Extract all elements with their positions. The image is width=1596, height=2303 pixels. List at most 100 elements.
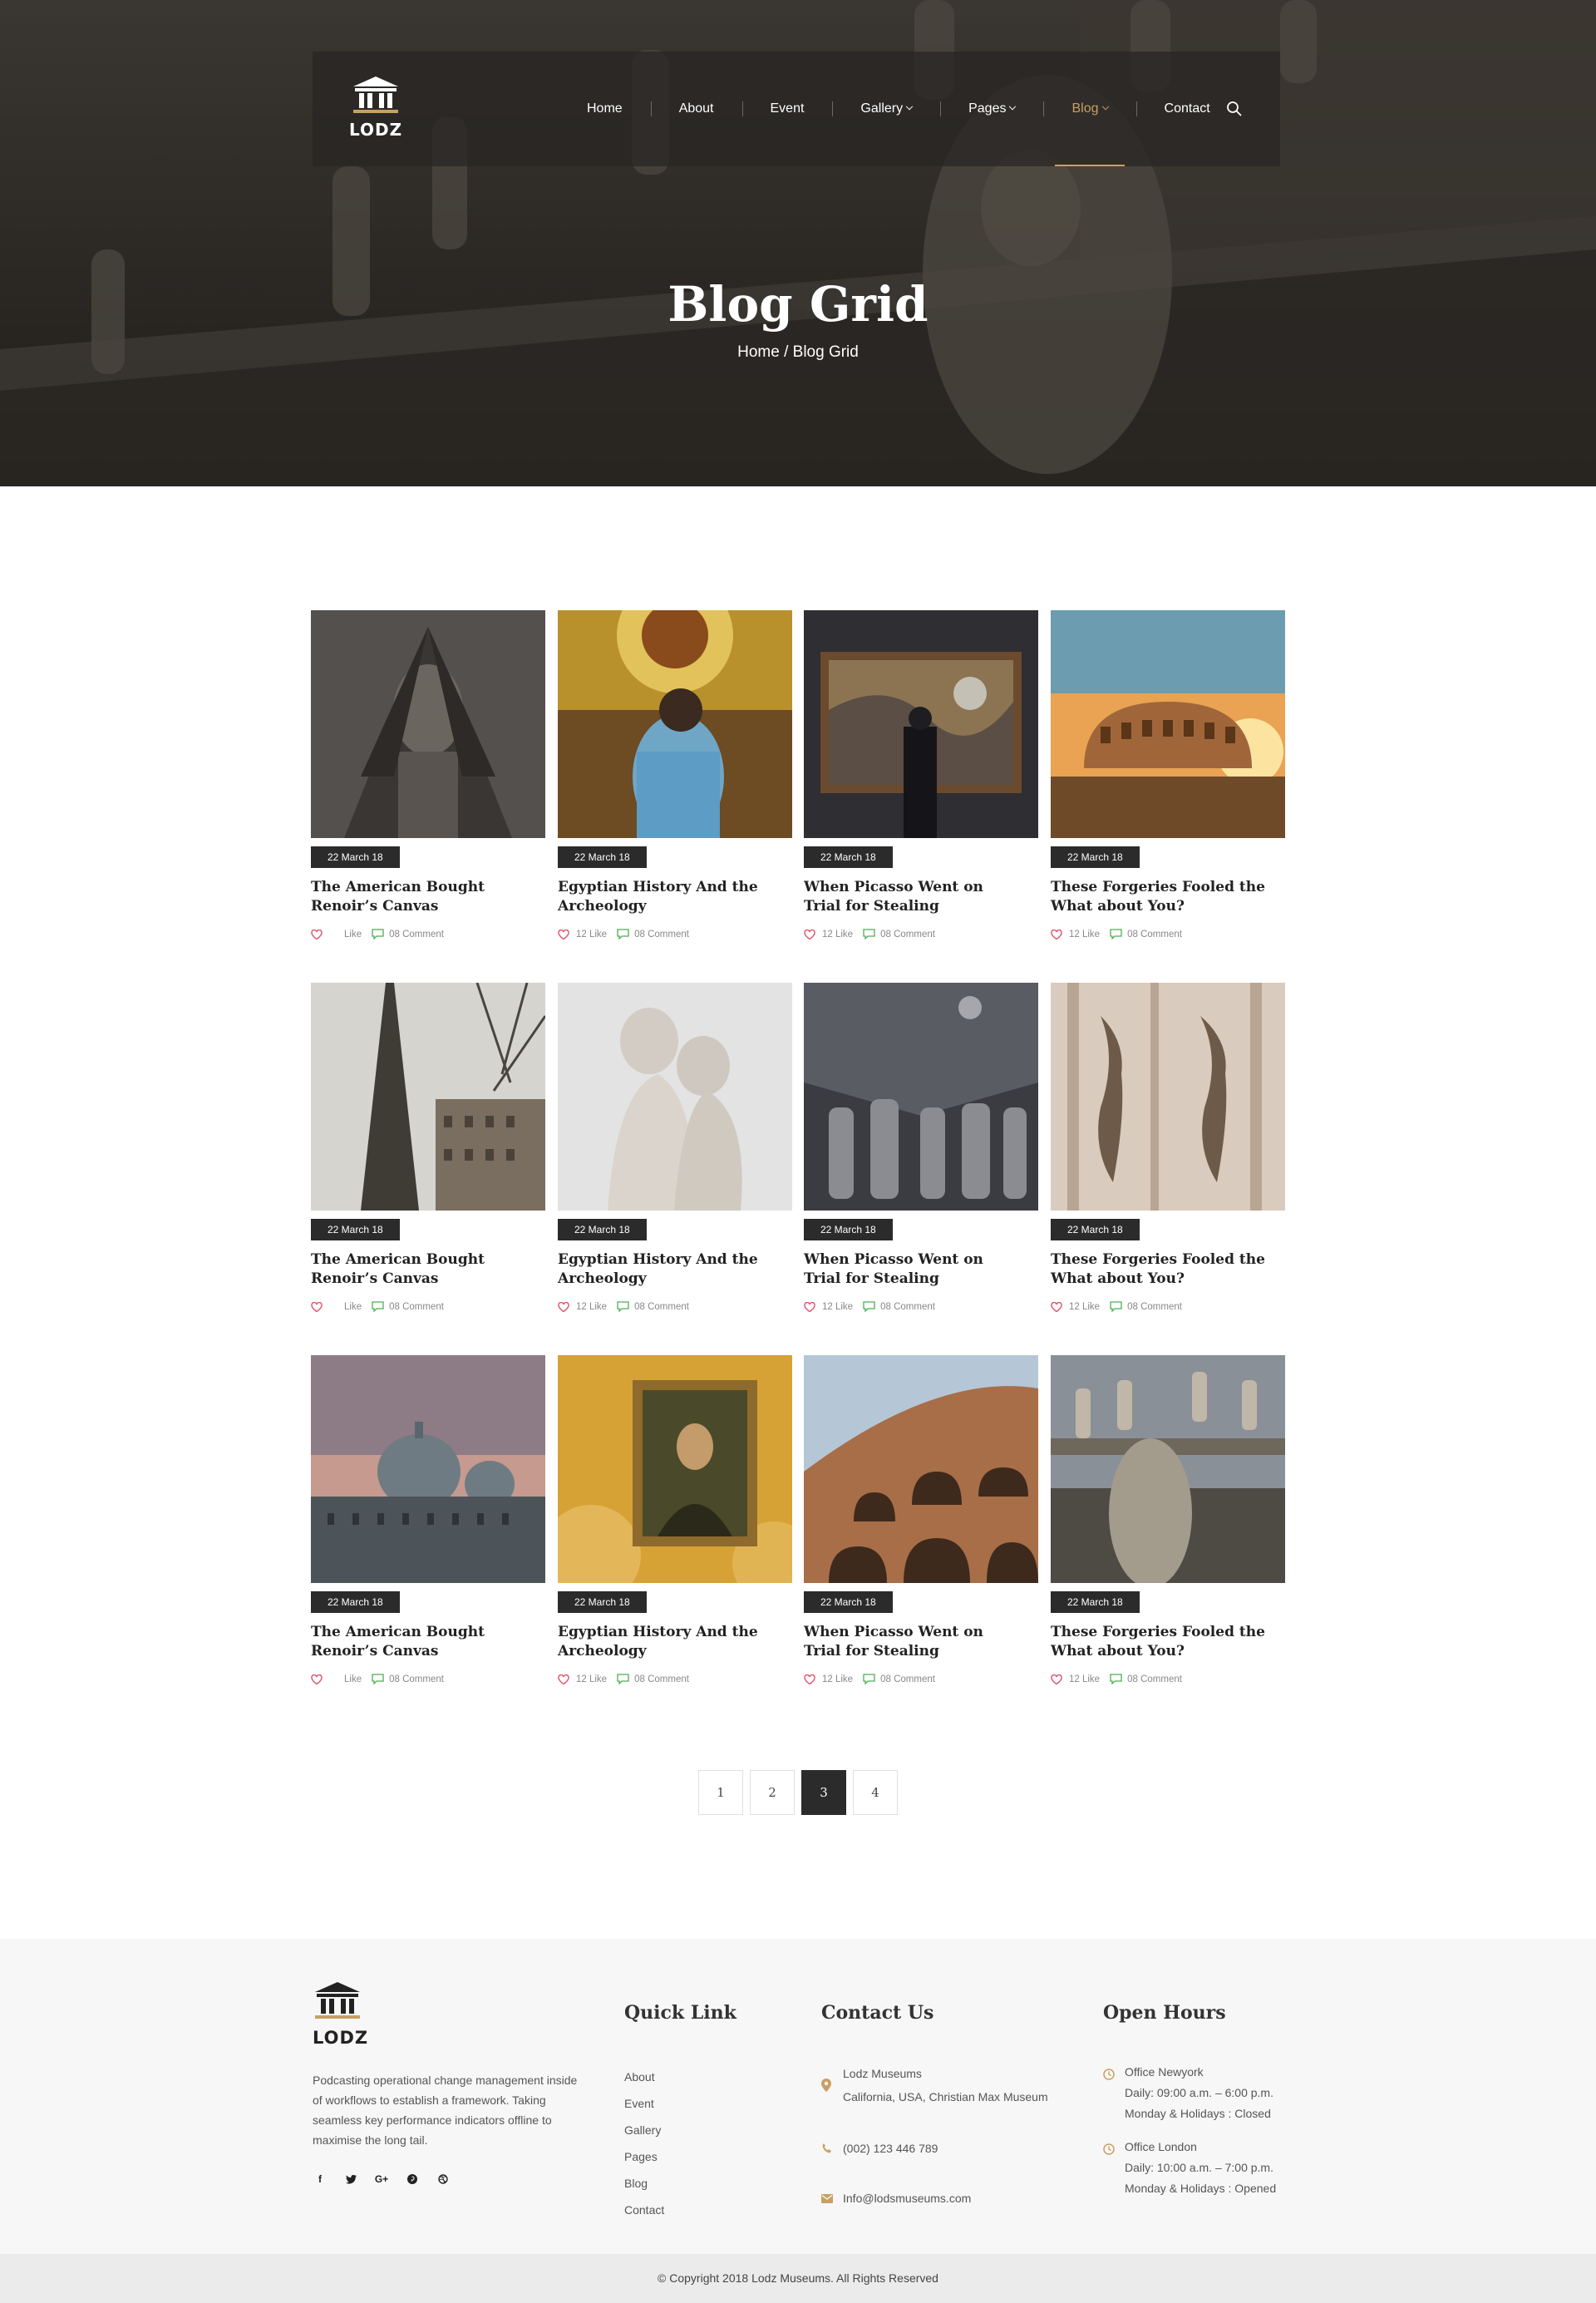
like-button[interactable]: 12 Like bbox=[1051, 1674, 1100, 1684]
post-image[interactable] bbox=[558, 983, 792, 1211]
like-count: 12 Like bbox=[1069, 1301, 1101, 1312]
post-title[interactable]: The American Bought Renoir’s Canvas bbox=[311, 1250, 527, 1289]
comment-button[interactable]: 08 Comment bbox=[372, 1674, 444, 1684]
facebook-icon[interactable]: f bbox=[313, 2172, 328, 2187]
like-button[interactable]: 12 Like bbox=[558, 929, 608, 939]
like-button[interactable]: Like bbox=[311, 1674, 362, 1684]
page-button-4[interactable]: 4 bbox=[853, 1770, 898, 1815]
post-title[interactable]: These Forgeries Fooled the What about Yo… bbox=[1051, 1250, 1267, 1289]
comment-button[interactable]: 08 Comment bbox=[863, 929, 935, 939]
nav-item-home[interactable]: Home bbox=[559, 52, 651, 166]
nav-item-pages[interactable]: Pages bbox=[940, 52, 1043, 166]
post-date-badge: 22 March 18 bbox=[311, 1219, 400, 1240]
like-button[interactable]: 12 Like bbox=[558, 1301, 608, 1312]
google-plus-icon[interactable]: G+ bbox=[374, 2172, 389, 2187]
comment-button[interactable]: 08 Comment bbox=[617, 929, 689, 939]
twitter-icon[interactable] bbox=[343, 2172, 358, 2187]
dribbble-icon[interactable] bbox=[436, 2172, 451, 2187]
like-button[interactable]: 12 Like bbox=[804, 929, 853, 939]
comment-count: 08 Comment bbox=[1127, 929, 1182, 939]
post-image[interactable] bbox=[558, 610, 792, 838]
comment-button[interactable]: 08 Comment bbox=[1110, 1674, 1182, 1684]
quick-link-event[interactable]: Event bbox=[624, 2090, 664, 2117]
post-date-badge: 22 March 18 bbox=[1051, 846, 1140, 868]
blog-post-card: 22 March 18 Egyptian History And the Arch… bbox=[558, 610, 792, 959]
post-image-sphinx bbox=[311, 610, 545, 838]
page-button-1[interactable]: 1 bbox=[698, 1770, 743, 1815]
like-button[interactable]: 12 Like bbox=[804, 1674, 853, 1684]
post-meta: 12 Like 08 Comment bbox=[804, 1674, 935, 1684]
heart-icon bbox=[1051, 929, 1062, 939]
post-image[interactable] bbox=[311, 983, 545, 1211]
post-image[interactable] bbox=[804, 1355, 1038, 1583]
search-icon[interactable] bbox=[1225, 100, 1244, 118]
post-image[interactable] bbox=[558, 1355, 792, 1583]
post-image[interactable] bbox=[311, 610, 545, 838]
like-button[interactable]: 12 Like bbox=[1051, 929, 1100, 939]
nav-item-event[interactable]: Event bbox=[741, 52, 833, 166]
comment-button[interactable]: 08 Comment bbox=[1110, 1301, 1182, 1312]
post-title[interactable]: The American Bought Renoir’s Canvas bbox=[311, 1623, 527, 1661]
post-title[interactable]: These Forgeries Fooled the What about Yo… bbox=[1051, 1623, 1267, 1661]
heart-icon bbox=[804, 929, 815, 939]
comment-button[interactable]: 08 Comment bbox=[617, 1301, 689, 1312]
post-image[interactable] bbox=[804, 983, 1038, 1211]
like-count: 12 Like bbox=[576, 929, 608, 939]
comment-button[interactable]: 08 Comment bbox=[372, 929, 444, 939]
comment-icon bbox=[1110, 1301, 1122, 1312]
page-button-3[interactable]: 3 bbox=[801, 1770, 846, 1815]
pinterest-icon[interactable] bbox=[405, 2172, 420, 2187]
post-image[interactable] bbox=[1051, 1355, 1285, 1583]
nav-item-contact[interactable]: Contact bbox=[1135, 52, 1239, 166]
like-button[interactable]: 12 Like bbox=[1051, 1301, 1101, 1312]
contact-phone-text[interactable]: (002) 123 446 789 bbox=[843, 2137, 938, 2160]
quick-link-contact[interactable]: Contact bbox=[624, 2197, 664, 2223]
nav-item-blog[interactable]: Blog bbox=[1043, 52, 1135, 166]
nav-item-label: About bbox=[678, 101, 714, 116]
like-button[interactable]: Like bbox=[311, 929, 362, 939]
post-date-badge: 22 March 18 bbox=[311, 1591, 400, 1613]
quick-link-about[interactable]: About bbox=[624, 2064, 664, 2090]
post-title[interactable]: Egyptian History And the Archeology bbox=[558, 1623, 774, 1661]
post-image[interactable] bbox=[311, 1355, 545, 1583]
quick-link-pages[interactable]: Pages bbox=[624, 2143, 664, 2170]
post-title[interactable]: When Picasso Went on Trial for Stealing bbox=[804, 1250, 1020, 1289]
nav-item-label: Gallery bbox=[860, 101, 904, 116]
like-count: 12 Like bbox=[576, 1301, 608, 1312]
comment-button[interactable]: 08 Comment bbox=[372, 1301, 444, 1312]
comment-button[interactable]: 08 Comment bbox=[617, 1674, 689, 1684]
quick-link-gallery[interactable]: Gallery bbox=[624, 2117, 664, 2143]
comment-button[interactable]: 08 Comment bbox=[863, 1674, 935, 1684]
post-title[interactable]: Egyptian History And the Archeology bbox=[558, 1250, 774, 1289]
copyright-icon: © bbox=[658, 2271, 667, 2285]
museum-logo-icon bbox=[353, 76, 398, 113]
post-title[interactable]: When Picasso Went on Trial for Stealing bbox=[804, 1623, 1020, 1661]
comment-icon bbox=[1110, 929, 1122, 939]
nav-item-gallery[interactable]: Gallery bbox=[832, 52, 940, 166]
site-logo[interactable]: LODZ bbox=[349, 75, 402, 143]
nav-item-about[interactable]: About bbox=[650, 52, 742, 166]
post-meta: 12 Like 08 Comment bbox=[804, 1301, 935, 1312]
post-image[interactable] bbox=[1051, 610, 1285, 838]
comment-icon bbox=[617, 929, 629, 939]
post-image-venice bbox=[311, 1355, 545, 1583]
office-holiday-hours: Monday & Holidays : Opened bbox=[1125, 2182, 1277, 2195]
comment-button[interactable]: 08 Comment bbox=[863, 1301, 935, 1312]
like-button[interactable]: Like bbox=[311, 1301, 362, 1312]
page-button-2[interactable]: 2 bbox=[750, 1770, 795, 1815]
contact-email-text[interactable]: Info@lodsmuseums.com bbox=[843, 2187, 971, 2210]
post-image[interactable] bbox=[1051, 983, 1285, 1211]
post-title[interactable]: When Picasso Went on Trial for Stealing bbox=[804, 878, 1020, 916]
contact-address-text: California, USA, Christian Max Museum bbox=[843, 2090, 1048, 2103]
post-image[interactable] bbox=[804, 610, 1038, 838]
like-button[interactable]: 12 Like bbox=[558, 1674, 607, 1684]
breadcrumb[interactable]: Home / Blog Grid bbox=[0, 343, 1596, 362]
comment-button[interactable]: 08 Comment bbox=[1110, 929, 1182, 939]
post-title[interactable]: Egyptian History And the Archeology bbox=[558, 878, 774, 916]
footer-logo[interactable]: LODZ bbox=[313, 1980, 367, 2048]
post-title[interactable]: The American Bought Renoir’s Canvas bbox=[311, 878, 527, 916]
blog-post-card: 22 March 18 These Forgeries Fooled the Wh… bbox=[1051, 1355, 1285, 1704]
like-button[interactable]: 12 Like bbox=[804, 1301, 853, 1312]
quick-link-blog[interactable]: Blog bbox=[624, 2170, 664, 2197]
post-title[interactable]: These Forgeries Fooled the What about Yo… bbox=[1051, 878, 1267, 916]
